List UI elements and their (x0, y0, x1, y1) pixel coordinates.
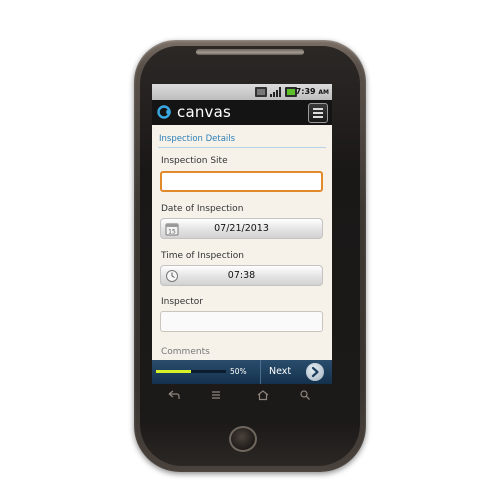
comments-label: Comments (161, 347, 210, 357)
bottom-navigation-bar: 50% Next (152, 360, 332, 384)
progress-bar-fill (156, 370, 191, 373)
date-picker[interactable]: 15 07/21/2013 (160, 218, 323, 239)
device-screen: 7:39 AM canvas Inspection Details Inspec… (152, 84, 332, 384)
inspector-input[interactable] (160, 311, 323, 332)
menu-icon[interactable] (209, 389, 223, 401)
app-title-bar: canvas (152, 100, 332, 125)
progress-bar (156, 370, 226, 373)
time-value: 07:38 (227, 270, 256, 281)
canvas-logo-icon (157, 105, 171, 119)
form-content: Inspection Details Inspection Site Date … (152, 125, 332, 360)
app-name: canvas (177, 103, 232, 121)
date-of-inspection-label: Date of Inspection (161, 204, 244, 214)
progress-percent: 50% (230, 367, 247, 376)
time-picker[interactable]: 07:38 (160, 265, 323, 286)
network-3g-icon (255, 87, 267, 97)
search-icon[interactable] (298, 389, 312, 401)
menu-button[interactable] (308, 103, 328, 123)
next-arrow-icon[interactable] (306, 363, 324, 381)
inspector-label: Inspector (161, 297, 203, 307)
footer-divider (260, 360, 261, 384)
date-value: 07/21/2013 (214, 223, 269, 234)
inspection-site-label: Inspection Site (161, 156, 228, 166)
time-of-inspection-label: Time of Inspection (161, 251, 244, 261)
section-divider (158, 147, 326, 148)
phone-speaker (196, 49, 304, 55)
back-icon[interactable] (167, 389, 181, 401)
inspection-site-input[interactable] (160, 171, 323, 192)
next-button-label[interactable]: Next (269, 366, 291, 377)
status-time: 7:39 AM (295, 87, 329, 96)
signal-strength-icon (270, 87, 282, 97)
trackball-button[interactable] (229, 426, 257, 452)
status-bar: 7:39 AM (152, 84, 332, 100)
section-title: Inspection Details (159, 134, 236, 144)
home-icon[interactable] (256, 389, 270, 401)
